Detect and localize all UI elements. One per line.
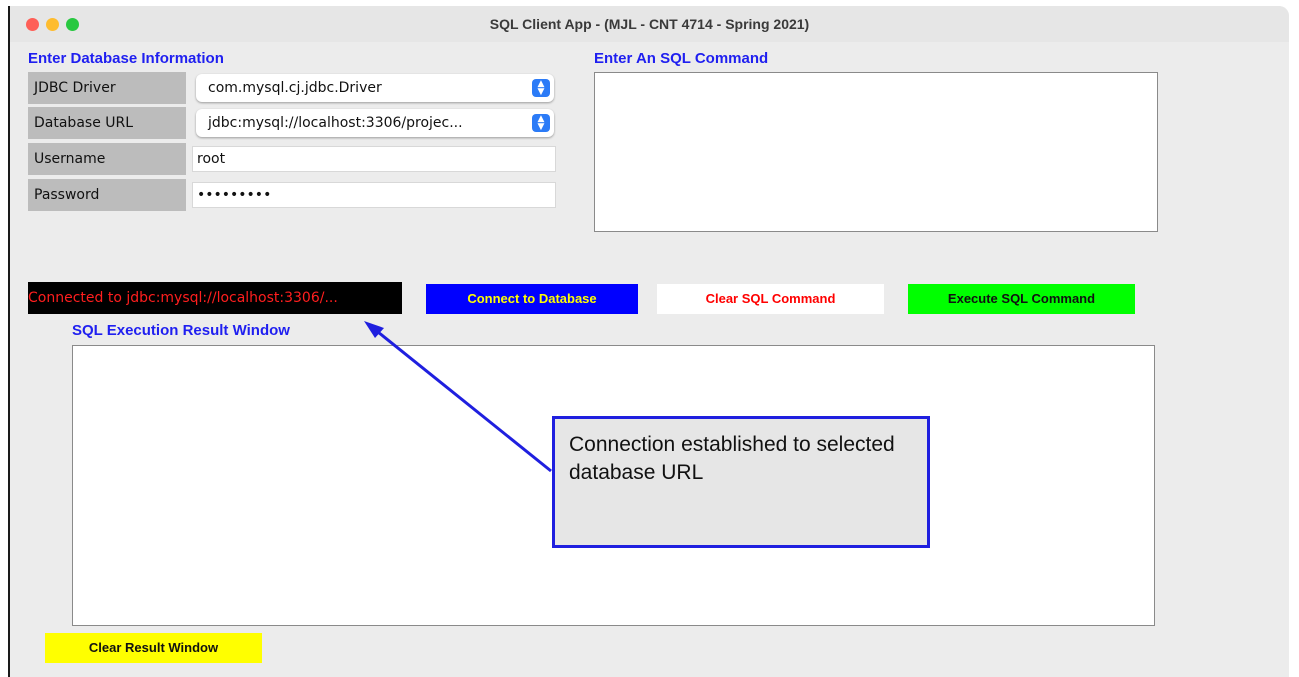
- sql-command-input[interactable]: [594, 72, 1158, 232]
- app-window: SQL Client App - (MJL - CNT 4714 - Sprin…: [10, 6, 1289, 677]
- clear-result-window-button[interactable]: Clear Result Window: [45, 633, 262, 663]
- jdbc-driver-value: com.mysql.cj.jdbc.Driver: [208, 80, 382, 96]
- connect-to-database-button[interactable]: Connect to Database: [426, 284, 638, 314]
- connection-status-label: Connected to jdbc:mysql://localhost:3306…: [28, 282, 402, 314]
- jdbc-driver-select[interactable]: com.mysql.cj.jdbc.Driver ▲ ▼: [196, 74, 554, 102]
- annotation-callout: Connection established to selected datab…: [552, 416, 930, 548]
- password-label: Password: [28, 179, 186, 211]
- database-url-select[interactable]: jdbc:mysql://localhost:3306/projec... ▲ ▼: [196, 109, 554, 137]
- sql-command-heading: Enter An SQL Command: [594, 50, 769, 67]
- username-label: Username: [28, 143, 186, 175]
- username-field[interactable]: root: [192, 146, 556, 172]
- result-window-heading: SQL Execution Result Window: [72, 322, 290, 339]
- clear-sql-command-button[interactable]: Clear SQL Command: [657, 284, 884, 314]
- title-bar: SQL Client App - (MJL - CNT 4714 - Sprin…: [10, 6, 1289, 42]
- jdbc-driver-label: JDBC Driver: [28, 72, 186, 104]
- database-info-heading: Enter Database Information: [28, 50, 224, 67]
- up-down-chevron-icon[interactable]: ▲ ▼: [532, 79, 550, 97]
- password-field[interactable]: •••••••••: [192, 182, 556, 208]
- database-url-value: jdbc:mysql://localhost:3306/projec...: [208, 115, 463, 131]
- database-url-label: Database URL: [28, 107, 186, 139]
- execute-sql-command-button[interactable]: Execute SQL Command: [908, 284, 1135, 314]
- window-title: SQL Client App - (MJL - CNT 4714 - Sprin…: [489, 16, 810, 32]
- up-down-chevron-icon[interactable]: ▲ ▼: [532, 114, 550, 132]
